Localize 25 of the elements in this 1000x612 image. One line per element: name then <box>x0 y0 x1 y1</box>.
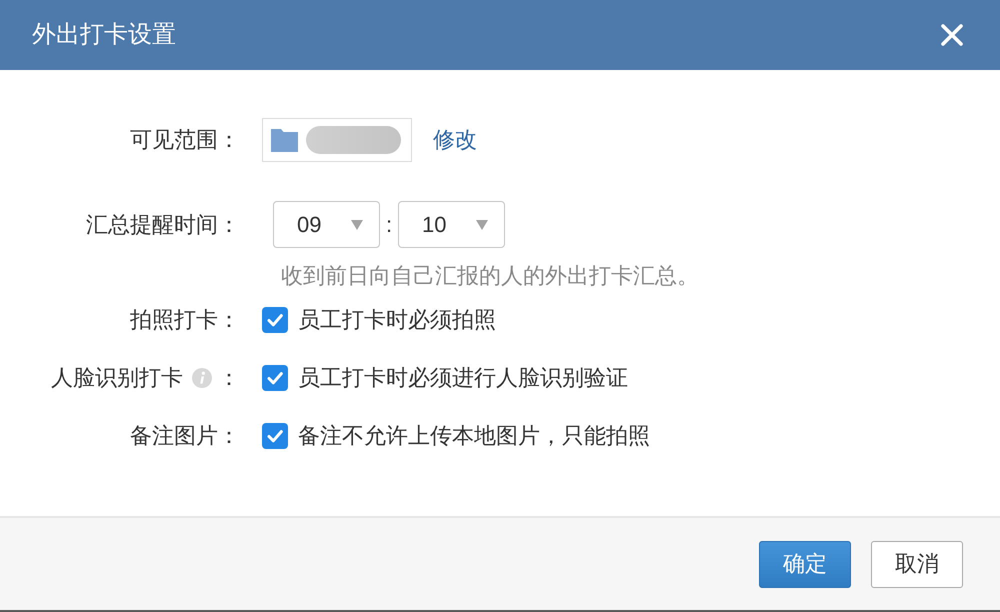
field-label: 汇总提醒时间： <box>86 210 240 238</box>
edit-link[interactable]: 修改 <box>433 125 477 155</box>
minute-select[interactable]: 10 <box>398 201 505 248</box>
checkbox-label: 员工打卡时必须拍照 <box>298 306 496 334</box>
cancel-button[interactable]: 取消 <box>871 540 963 588</box>
field-colon: ： <box>218 364 240 392</box>
confirm-button[interactable]: 确定 <box>759 540 851 588</box>
field-label: 拍照打卡： <box>130 306 240 334</box>
time-separator: : <box>384 212 394 238</box>
hour-select[interactable]: 09 <box>273 201 380 248</box>
caret-icon <box>351 220 363 230</box>
checkbox[interactable] <box>262 307 288 333</box>
field-label: 备注图片： <box>130 422 240 450</box>
hint-text: 收到前日向自己汇报的人的外出打卡汇总。 <box>280 262 699 290</box>
folder-icon <box>271 128 298 152</box>
checkbox-label: 备注不允许上传本地图片，只能拍照 <box>298 422 650 450</box>
checkbox-label: 员工打卡时必须进行人脸识别验证 <box>298 364 628 392</box>
field-label: 人脸识别打卡 <box>51 364 183 392</box>
checkbox[interactable] <box>262 365 288 391</box>
close-button[interactable] <box>940 23 964 47</box>
field-label: 可见范围： <box>130 126 240 154</box>
checkbox[interactable] <box>262 423 288 449</box>
dialog-title: 外出打卡设置 <box>32 20 176 50</box>
caret-icon <box>476 220 488 230</box>
close-icon <box>940 23 964 47</box>
